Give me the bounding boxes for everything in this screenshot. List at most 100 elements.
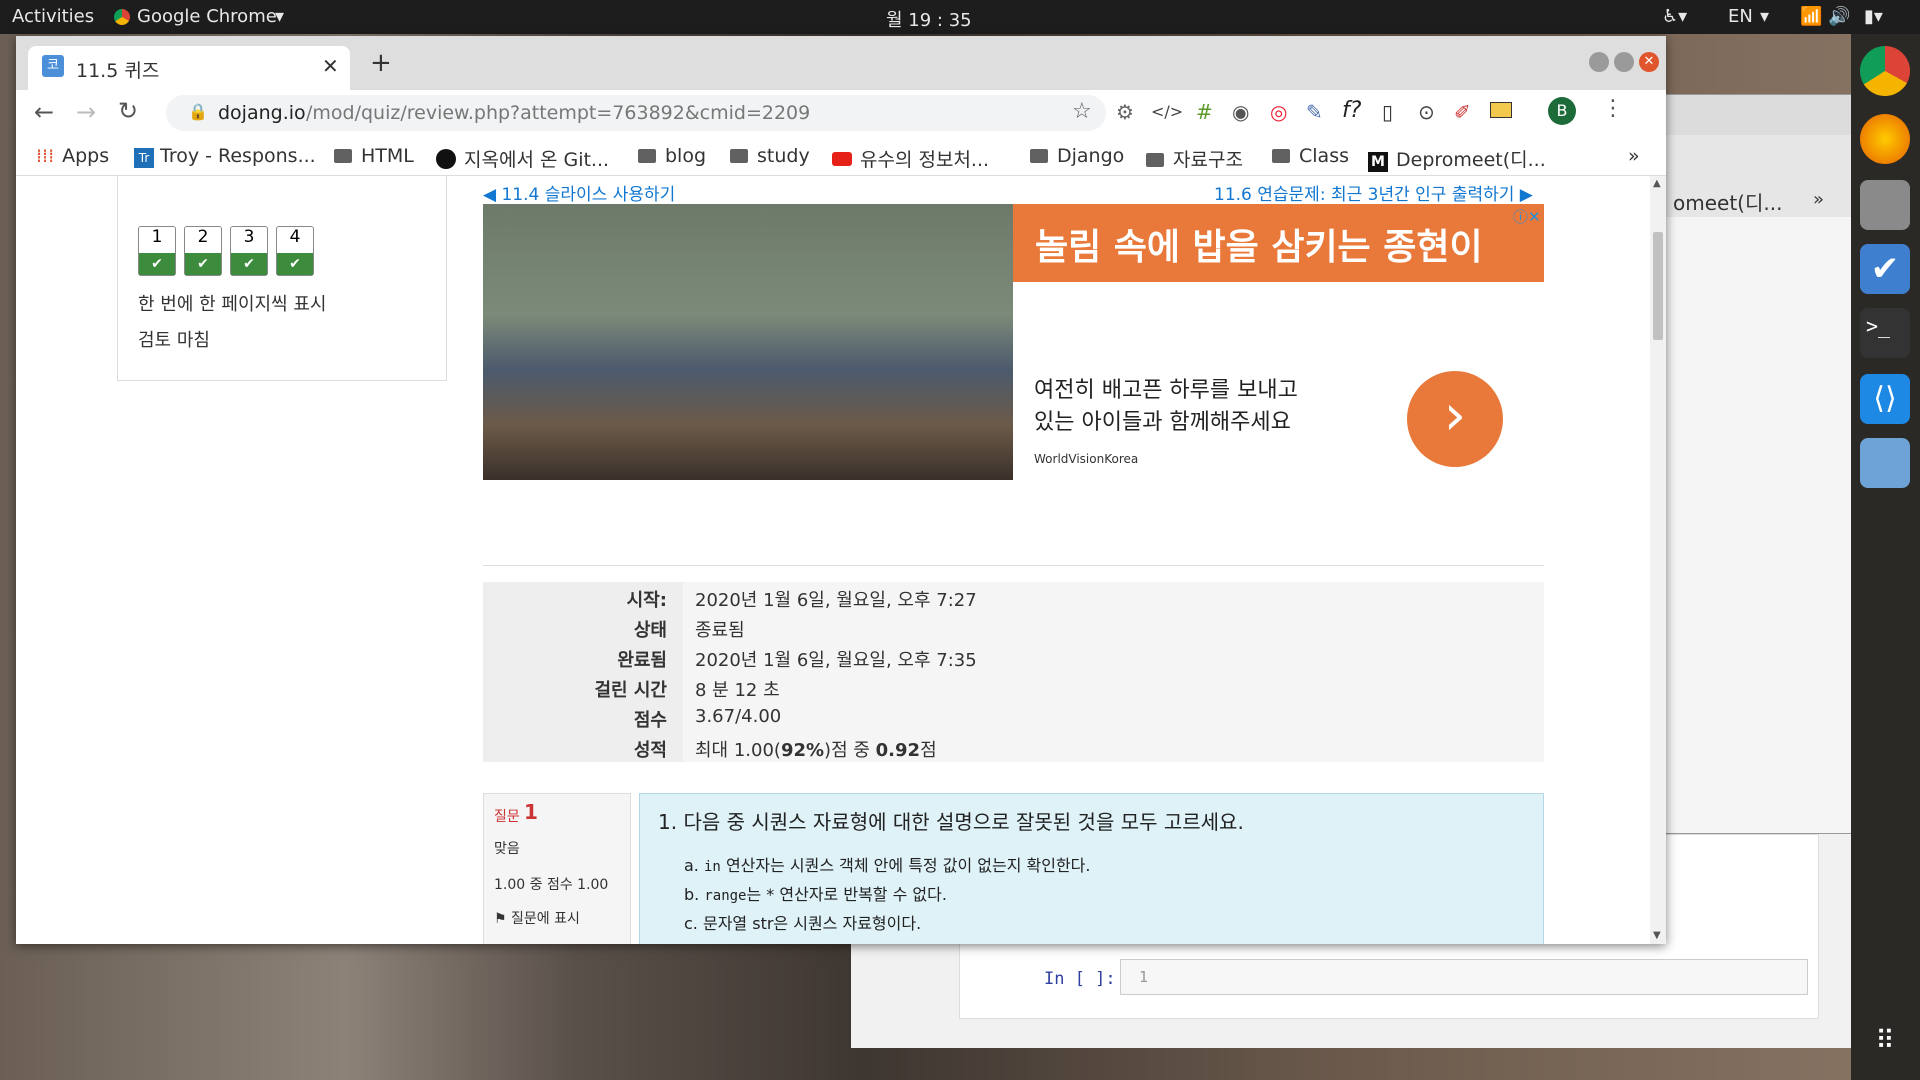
check-icon: ✔ — [277, 253, 313, 275]
ad-line-1: 여전히 배고픈 하루를 보내고 — [1034, 378, 1298, 403]
bookmark-class[interactable]: Class — [1272, 145, 1349, 167]
extension-color-icon[interactable]: ✐ — [1454, 100, 1471, 124]
question-score: 1.00 중 점수 1.00 — [494, 877, 609, 893]
dock: ✔ >_ ⟨⟩ ⠿ — [1851, 34, 1920, 1080]
folder-icon — [730, 149, 748, 163]
files-dock-icon[interactable] — [1860, 180, 1910, 230]
bookmark-youtube[interactable]: 유수의 정보처... — [832, 145, 989, 172]
medium-icon: M — [1368, 152, 1388, 172]
tab-close-icon[interactable]: ✕ — [322, 54, 339, 78]
summary-row: 완료됨 2020년 1월 6일, 월요일, 오후 7:35 — [483, 642, 1544, 672]
question-nav-3[interactable]: 3 ✔ — [230, 226, 268, 276]
chrome-dock-icon[interactable] — [1860, 46, 1910, 96]
extension-eye-icon[interactable]: ◉ — [1232, 100, 1249, 124]
extension-gear-icon[interactable]: ⚙ — [1116, 100, 1134, 124]
bookmark-git[interactable]: 지옥에서 온 Git... — [436, 145, 609, 172]
question-nav-1[interactable]: 1 ✔ — [138, 226, 176, 276]
jupyter-code-cell[interactable]: 1 — [1120, 959, 1808, 995]
language-dropdown-icon[interactable]: ▾ — [1760, 6, 1769, 27]
gnome-top-bar: Activities Google Chrome ▾ 월 19 : 35 ♿▾ … — [0, 0, 1920, 34]
image-viewer-dock-icon[interactable] — [1860, 438, 1910, 488]
bookmark-star-icon[interactable]: ☆ — [1072, 99, 1092, 124]
tab-title: 11.5 퀴즈 — [76, 60, 160, 82]
option-a[interactable]: a. in 연산자는 시퀀스 객체 안에 특정 값이 없는지 확인한다. — [684, 852, 1090, 876]
profile-avatar[interactable]: B — [1548, 97, 1576, 125]
folder-icon — [638, 149, 656, 163]
accessibility-icon[interactable]: ♿▾ — [1662, 6, 1687, 27]
chrome-icon — [114, 9, 130, 25]
bookmark-data-structures[interactable]: 자료구조 — [1146, 145, 1243, 172]
bookmark-html[interactable]: HTML — [334, 145, 414, 167]
address-bar[interactable]: 🔒 dojang.io /mod/quiz/review.php?attempt… — [166, 95, 1106, 131]
maximize-window-icon[interactable] — [1614, 52, 1634, 72]
lock-icon: 🔒 — [188, 102, 208, 121]
extension-braces-icon[interactable]: ⊙ — [1418, 100, 1435, 124]
tab-quiz[interactable]: 코 11.5 퀴즈 ✕ — [28, 46, 350, 90]
extension-phone-icon[interactable]: ▯ — [1382, 100, 1393, 124]
folder-icon — [1272, 149, 1290, 163]
back-icon[interactable]: ← — [34, 98, 54, 126]
question-nav-2[interactable]: 2 ✔ — [184, 226, 222, 276]
extension-eyedropper-icon[interactable]: ✎ — [1306, 100, 1323, 124]
ad-photo — [483, 204, 1013, 480]
advertisement[interactable]: 놀림 속에 밥을 삼키는 종현이 ⓘ✕ 여전히 배고픈 하루를 보내고 있는 아… — [483, 204, 1544, 566]
terminal-dock-icon[interactable]: >_ — [1860, 308, 1910, 358]
extension-ladder-icon[interactable]: # — [1196, 100, 1213, 124]
bookmark-blog[interactable]: blog — [638, 145, 706, 167]
extension-swirl-icon[interactable]: ◎ — [1270, 100, 1287, 124]
firefox-dock-icon[interactable] — [1860, 114, 1910, 164]
ad-brand: WorldVisionKorea — [1034, 452, 1139, 466]
flag-icon: ⚑ — [494, 911, 512, 927]
scroll-down-icon[interactable]: ▼ — [1653, 930, 1661, 941]
jupyter-line-number: 1 — [1139, 968, 1149, 986]
question-status: 맞음 — [494, 841, 520, 857]
next-lesson-link[interactable]: 11.6 연습문제: 최근 3년간 인구 출력하기 ▶ — [1214, 180, 1533, 205]
menu-kebab-icon[interactable]: ⋮ — [1602, 96, 1624, 121]
bg-window-title-fragment: omeet(디... — [1673, 191, 1783, 215]
show-applications-icon[interactable]: ⠿ — [1860, 1016, 1910, 1066]
show-one-page-link[interactable]: 한 번에 한 페이지씩 표시 — [138, 290, 327, 316]
clock[interactable]: 월 19 : 35 — [886, 6, 972, 32]
bookmark-depromeet[interactable]: M Depromeet(디... — [1368, 145, 1546, 172]
background-chrome-window: omeet(디... » — [1662, 94, 1852, 834]
option-c[interactable]: c. 문자열 str은 시퀀스 자료형이다. — [684, 910, 921, 934]
page-scrollbar[interactable]: ▲ ▼ — [1650, 176, 1666, 944]
extension-code-icon[interactable]: </> — [1151, 102, 1183, 121]
activities-button[interactable]: Activities — [12, 6, 94, 27]
option-b[interactable]: b. range는 * 연산자로 반복할 수 없다. — [684, 881, 947, 905]
scroll-up-icon[interactable]: ▲ — [1653, 178, 1661, 189]
tasks-dock-icon[interactable]: ✔ — [1860, 244, 1910, 294]
bg-bookmarks-overflow[interactable]: » — [1813, 189, 1824, 210]
bookmarks-overflow[interactable]: » — [1628, 145, 1640, 167]
prev-lesson-link[interactable]: ◀ 11.4 슬라이스 사용하기 — [483, 180, 675, 205]
finish-review-link[interactable]: 검토 마침 — [138, 326, 210, 352]
wifi-icon[interactable]: 📶 — [1800, 6, 1822, 27]
volume-icon[interactable]: 🔊 — [1828, 6, 1850, 27]
minimize-window-icon[interactable] — [1589, 52, 1609, 72]
app-menu-dropdown-icon[interactable]: ▾ — [275, 6, 284, 27]
forward-icon[interactable]: → — [76, 98, 96, 126]
scrollbar-thumb[interactable] — [1653, 232, 1663, 340]
battery-icon[interactable]: ▮▾ — [1864, 6, 1883, 27]
folder-icon — [1030, 149, 1048, 163]
bookmark-troy[interactable]: Tr Troy - Respons... — [134, 145, 316, 168]
flag-question-link[interactable]: ⚑ 질문에 표시 — [494, 908, 580, 928]
app-menu[interactable]: Google Chrome — [137, 6, 277, 27]
question-number: 1 — [524, 800, 538, 824]
summary-row: 성적 최대 1.00(92%)점 중 0.92점 — [483, 732, 1544, 762]
extension-function-icon[interactable]: f? — [1342, 98, 1361, 123]
language-indicator[interactable]: EN — [1728, 6, 1753, 27]
ad-go-button[interactable]: › — [1407, 371, 1503, 467]
ad-choices-icon[interactable]: ⓘ✕ — [1513, 206, 1541, 227]
close-window-icon[interactable]: ✕ — [1639, 52, 1659, 72]
bookmark-apps[interactable]: ⁞⁞⁞ Apps — [36, 145, 109, 167]
reload-icon[interactable]: ↻ — [118, 97, 138, 125]
new-tab-icon[interactable]: + — [370, 48, 392, 78]
browser-toolbar: ← → ↻ 🔒 dojang.io /mod/quiz/review.php?a… — [16, 90, 1666, 138]
question-nav-4[interactable]: 4 ✔ — [276, 226, 314, 276]
extension-folder-icon[interactable] — [1490, 102, 1512, 118]
black-circle-icon — [436, 149, 456, 169]
vscode-dock-icon[interactable]: ⟨⟩ — [1860, 374, 1910, 424]
bookmark-django[interactable]: Django — [1030, 145, 1124, 167]
bookmark-study[interactable]: study — [730, 145, 810, 167]
